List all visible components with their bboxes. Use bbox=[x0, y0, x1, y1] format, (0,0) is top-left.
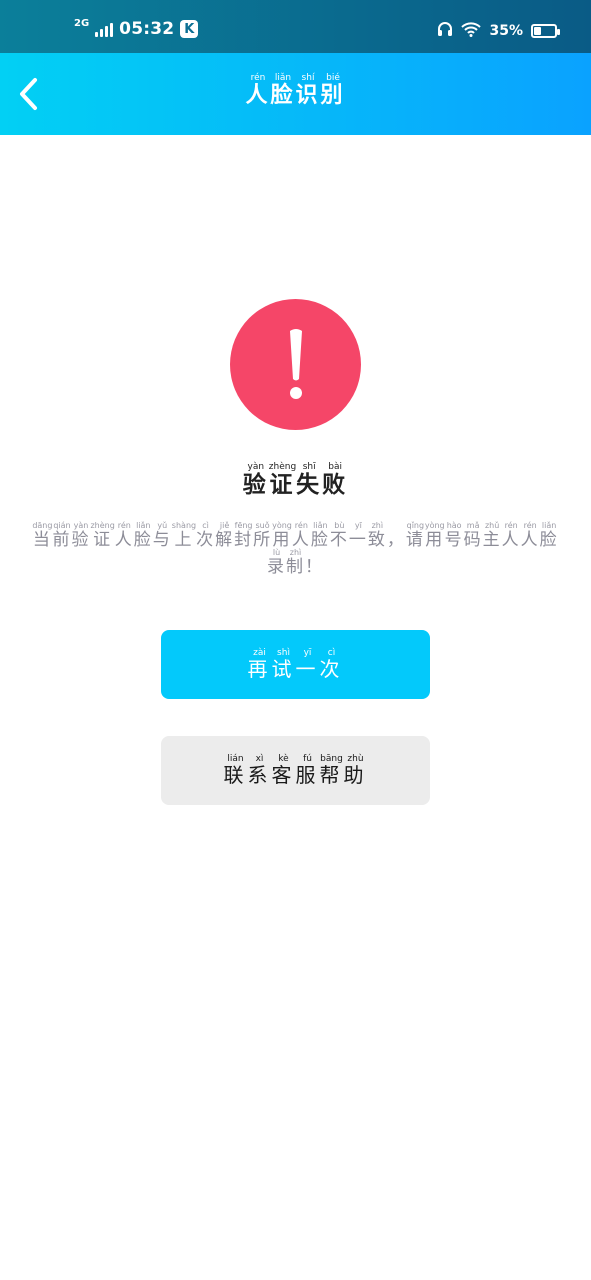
status-right: 35% bbox=[437, 20, 560, 42]
result-description: 当dāng前qián验yàn证zhèng人rén脸liǎn与yǔ上shàng次c… bbox=[28, 521, 563, 580]
contact-support-button[interactable]: 联lián系xì客kè服fú帮bāng助zhù bbox=[161, 736, 430, 805]
pinyin-char: 服fú bbox=[295, 753, 320, 787]
pinyin-char: 号hào bbox=[444, 521, 464, 550]
pinyin-char: 人rén bbox=[114, 521, 134, 550]
pinyin-char: 联lián bbox=[223, 753, 248, 787]
wifi-icon bbox=[461, 21, 482, 41]
clock: 05:32 bbox=[119, 19, 175, 39]
pinyin-char: 制zhì bbox=[286, 548, 305, 577]
pinyin-char: 解jiě bbox=[215, 521, 235, 550]
pinyin-char: 一yī bbox=[348, 521, 368, 550]
pinyin-char: 证zhèng bbox=[90, 521, 115, 550]
pinyin-char: 脸liǎn bbox=[310, 521, 330, 550]
retry-button-label: 再zài试shì一yī次cì bbox=[248, 648, 344, 682]
pinyin-char: 次cì bbox=[196, 521, 216, 550]
pinyin-char: ， bbox=[386, 530, 406, 550]
pinyin-char: 帮bāng bbox=[319, 753, 344, 787]
page-title: 人rén脸liǎn识shí别bié bbox=[0, 53, 591, 109]
battery-level bbox=[534, 27, 541, 35]
pinyin-char: 上shàng bbox=[171, 521, 197, 550]
network-type: 2G bbox=[74, 17, 90, 29]
pinyin-char: 封fēng bbox=[234, 521, 254, 550]
pinyin-char: 脸liǎn bbox=[133, 521, 153, 550]
pinyin-char: 码mǎ bbox=[463, 521, 483, 550]
pinyin-char: 用yòng bbox=[272, 521, 292, 550]
pinyin-char: 证zhèng bbox=[268, 462, 297, 498]
pinyin-char: ！ bbox=[305, 557, 324, 577]
status-bar: 2G 05:32 K 35% bbox=[0, 0, 591, 53]
pinyin-char: 试shì bbox=[271, 647, 296, 681]
battery-percent: 35% bbox=[489, 23, 523, 39]
pinyin-char: 不bù bbox=[329, 521, 349, 550]
pinyin-char: 脸liǎn bbox=[539, 521, 559, 550]
contact-support-button-label: 联lián系xì客kè服fú帮bāng助zhù bbox=[224, 754, 368, 788]
pinyin-char: 再zài bbox=[247, 647, 272, 681]
pinyin-char: 人rén bbox=[501, 521, 521, 550]
exclamation-alert-icon bbox=[230, 299, 361, 430]
pinyin-char: 致zhì bbox=[367, 521, 387, 550]
pinyin-char: 用yòng bbox=[424, 521, 445, 550]
pinyin-char: 脸liǎn bbox=[270, 73, 296, 108]
retry-button[interactable]: 再zài试shì一yī次cì bbox=[161, 630, 430, 699]
pinyin-char: 败bài bbox=[322, 462, 349, 498]
pinyin-char: 次cì bbox=[319, 647, 344, 681]
pinyin-char: 与yǔ bbox=[152, 521, 172, 550]
pinyin-char: 别bié bbox=[320, 73, 346, 108]
page-title-text: 人rén脸liǎn识shí别bié bbox=[245, 73, 345, 109]
result-description-text: 当dāng前qián验yàn证zhèng人rén脸liǎn与yǔ上shàng次c… bbox=[32, 521, 559, 577]
signal-icon bbox=[95, 21, 114, 37]
pinyin-char: 前qián bbox=[52, 521, 72, 550]
pinyin-char: 系xì bbox=[247, 753, 272, 787]
pinyin-char: 人rén bbox=[245, 73, 271, 108]
pinyin-char: 失shī bbox=[296, 462, 323, 498]
pinyin-char: 主zhǔ bbox=[482, 521, 502, 550]
pinyin-char: 人rén bbox=[520, 521, 540, 550]
pinyin-char: 客kè bbox=[271, 753, 296, 787]
battery-icon bbox=[531, 24, 560, 38]
pinyin-char: 助zhù bbox=[343, 753, 368, 787]
pinyin-char: 识shí bbox=[295, 73, 321, 108]
result-title-text: 验yàn证zhèng失shī败bài bbox=[242, 462, 349, 498]
status-left: 2G 05:32 K bbox=[74, 17, 199, 40]
pinyin-char: 一yī bbox=[295, 647, 320, 681]
k-badge-icon: K bbox=[180, 20, 199, 38]
headphones-icon bbox=[437, 21, 453, 41]
pinyin-char: 所suǒ bbox=[253, 521, 273, 550]
pinyin-char: 人rén bbox=[291, 521, 311, 550]
result-title: 验yàn证zhèng失shī败bài bbox=[0, 462, 591, 499]
pinyin-char: 请qǐng bbox=[405, 521, 425, 550]
pinyin-char: 验yàn bbox=[242, 462, 269, 498]
app-header: 人rén脸liǎn识shí别bié bbox=[0, 53, 591, 135]
pinyin-char: 当dāng bbox=[32, 521, 53, 550]
pinyin-char: 验yàn bbox=[71, 521, 91, 550]
pinyin-char: 录lù bbox=[267, 548, 286, 577]
